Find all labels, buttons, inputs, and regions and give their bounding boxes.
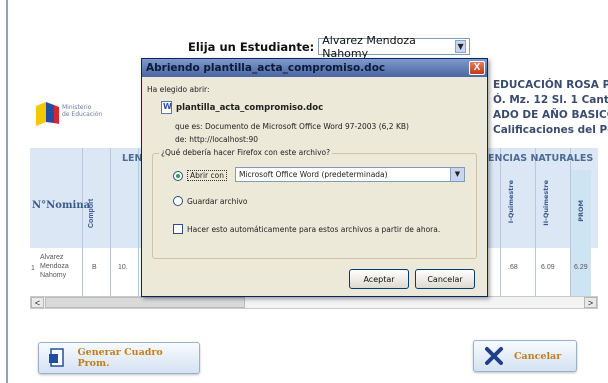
school-info-line: Calificaciones del Pe <box>493 124 608 136</box>
student-select-value: Alvarez Mendoza Nahomy <box>322 33 416 60</box>
scrollbar-thumb[interactable] <box>45 297 245 308</box>
chevron-down-icon[interactable]: ▼ <box>450 168 464 181</box>
row-q2: 6.09 <box>541 264 555 271</box>
page-left-border <box>6 0 8 383</box>
chevron-down-icon[interactable]: ▼ <box>454 40 467 53</box>
generate-report-button[interactable]: Generar Cuadro Prom. <box>38 342 200 374</box>
open-with-option[interactable]: Abrir con <box>173 170 227 181</box>
header-q1: I-Quimestre <box>507 180 515 224</box>
close-icon[interactable]: X <box>469 61 485 75</box>
school-info-line: EDUCACIÓN ROSA PA <box>493 79 608 91</box>
action-groupbox: ¿Qué debería hacer Firefox con este arch… <box>152 148 477 259</box>
header-group-lengua: LEN <box>122 153 143 164</box>
accept-button[interactable]: Aceptar <box>349 269 409 289</box>
cancel-button-label: Cancelar <box>514 350 562 362</box>
row-prom: 6.29 <box>574 264 588 271</box>
dialog-cancel-button[interactable]: Cancelar <box>415 269 475 289</box>
student-select[interactable]: Alvarez Mendoza Nahomy ▼ <box>318 34 471 60</box>
horizontal-scrollbar[interactable]: < > <box>30 296 598 309</box>
dialog-titlebar[interactable]: Abriendo plantilla_acta_compromiso.doc X <box>142 59 487 77</box>
open-file-dialog: Abriendo plantilla_acta_compromiso.doc X… <box>141 58 488 297</box>
row-q1: .68 <box>508 264 518 271</box>
ministry-logo <box>34 102 60 131</box>
school-info: EDUCACIÓN ROSA PA Ó. Mz. 12 Sl. 1 Cantó … <box>493 78 608 138</box>
scroll-right-icon[interactable]: > <box>584 297 597 308</box>
application-select[interactable]: Microsoft Office Word (predeterminada) ▼ <box>235 167 465 182</box>
dialog-title: Abriendo plantilla_acta_compromiso.doc <box>146 62 386 74</box>
save-file-radio[interactable] <box>173 196 183 206</box>
action-question: ¿Qué debería hacer Firefox con este arch… <box>159 148 333 157</box>
row-index: 1 <box>31 265 35 272</box>
auto-action-checkbox[interactable] <box>173 224 183 234</box>
header-prom: PROM <box>577 200 585 222</box>
header-q2: II-Quimestre <box>542 180 550 226</box>
word-document-icon <box>161 101 172 114</box>
file-name: plantilla_acta_compromiso.doc <box>176 102 324 113</box>
school-info-line: ADO DE AÑO BASICO <box>493 109 608 121</box>
file-source: de: http://localhost:90 <box>175 135 258 144</box>
generate-button-label: Generar Cuadro Prom. <box>77 347 163 369</box>
file-row: plantilla_acta_compromiso.doc <box>161 101 323 114</box>
student-selector-row: Elija un Estudiante: Alvarez Mendoza Nah… <box>188 34 471 60</box>
save-file-option[interactable]: Guardar archivo <box>173 196 247 206</box>
open-with-label: Abrir con <box>187 170 227 181</box>
row-comport: B <box>92 264 97 271</box>
header-group-ciencias: ENCIAS NATURALES <box>488 153 594 164</box>
row-grade: 10. <box>118 264 128 271</box>
header-comport: Comport <box>88 198 95 228</box>
logo-text: Ministerio de Educación <box>62 104 103 118</box>
save-file-label: Guardar archivo <box>187 196 248 206</box>
auto-action-option[interactable]: Hacer esto automáticamente para estos ar… <box>173 224 440 234</box>
student-selector-label: Elija un Estudiante: <box>188 39 315 54</box>
header-nomina: N°Nomina <box>32 200 91 211</box>
row-student-name: Alvarez Mendoza Nahomy <box>40 254 69 279</box>
open-with-radio[interactable] <box>173 170 183 181</box>
school-info-line: Ó. Mz. 12 Sl. 1 Cantó <box>493 94 608 106</box>
scroll-left-icon[interactable]: < <box>31 297 44 308</box>
close-icon <box>484 346 504 366</box>
document-icon <box>49 348 68 368</box>
cancel-button[interactable]: Cancelar <box>473 340 577 372</box>
auto-action-label: Hacer esto automáticamente para estos ar… <box>187 224 441 234</box>
file-type: que es: Documento de Microsoft Office Wo… <box>175 122 409 131</box>
chosen-label: Ha elegido abrir: <box>147 85 210 94</box>
application-select-value: Microsoft Office Word (predeterminada) <box>239 170 388 179</box>
